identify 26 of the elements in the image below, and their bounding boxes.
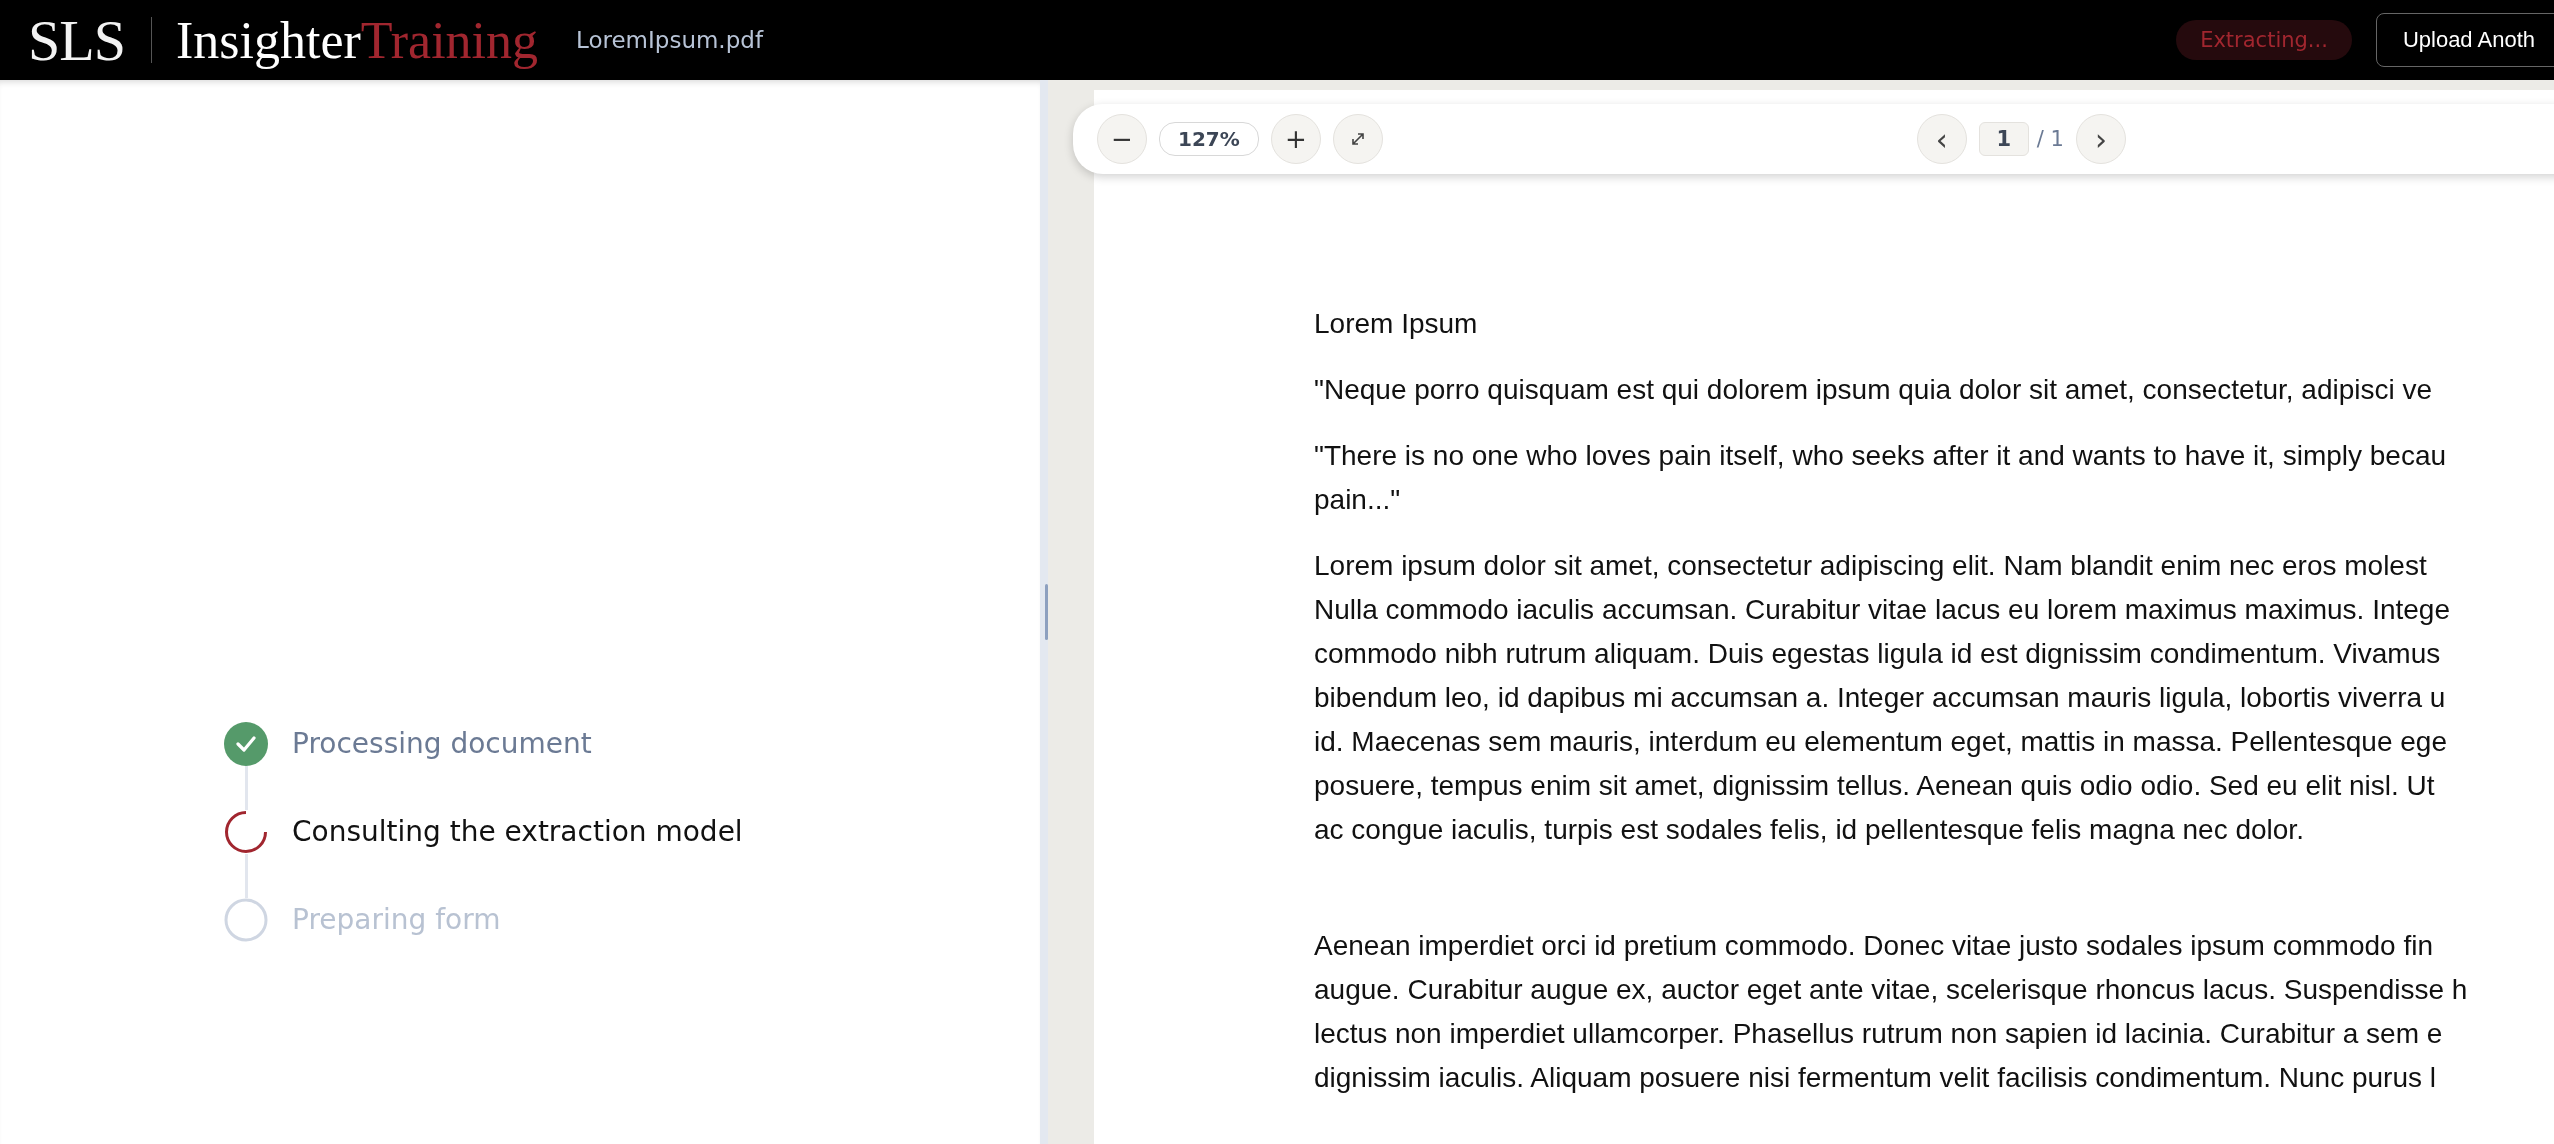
logo-wordmark: InsighterTraining xyxy=(175,10,539,70)
paragraph: "Neque porro quisquam est qui dolorem ipsum quia dolor sit amet, consectetur, adipisci ve xyxy=(1314,373,2434,407)
upload-button[interactable]: Upload Anoth xyxy=(2375,13,2554,67)
step-label: Processing document xyxy=(292,726,592,762)
empty-circle-icon xyxy=(224,898,268,942)
file-name: LoremIpsum.pdf xyxy=(576,27,763,53)
status-badge: Extracting... xyxy=(2176,20,2352,60)
paragraph: Lorem ipsum dolor sit amet, consectetur adipiscing elit. Nam blandit enim nec eros molest Nulla commodo iaculis accumsan. Curabitur vitae lacus eu lorem maximus maximus. Intege commodo nibh rutrum aliquam. Duis egestas ligula id est dignissim condimentum. Vivamus bibendum leo, id dapibus mi accumsan a. Integer accumsan mauris ligula, lobortis viverra u id. Maecenas sem mauris, interdum eu elementum eget, mattis in massa. Pellentesque ege posuere, tempus enim sit amet, dignissim tellus. Aenean quis odio odio. Sed eu elit nisl. Ut ac congue iaculis, turpis est sodales felis, id pellentesque felis magna nec dolor. xyxy=(1314,549,2451,847)
next-page-button[interactable]: › xyxy=(2075,114,2126,164)
zoom-out-button[interactable]: − xyxy=(1097,114,1147,164)
zoom-level: 127% xyxy=(1159,122,1259,156)
spinner-icon xyxy=(224,810,268,854)
page-number-field[interactable]: 1 xyxy=(1978,122,2029,156)
paragraph: Aenean imperdiet orci id pretium commodo. Donec vitae justo sodales ipsum commodo fin augue. Curabitur augue ex, auctor eget ante vitae, scelerisque rhoncus lacus. Suspendisse h lectus non imperdiet ullamcorper. Phasellus rutrum non sapien id lacinia. Curabitur a sem e dignissim iaculis. Aliquam posuere nisi fermentum velit facilisis condimentum. Nunc purus l xyxy=(1314,929,2469,1095)
resize-handle[interactable] xyxy=(1044,584,1048,640)
step-label: Consulting the extraction model xyxy=(292,814,743,850)
expand-icon xyxy=(1350,132,1365,146)
zoom-in-button[interactable]: + xyxy=(1270,114,1321,164)
previous-page-button[interactable]: ‹ xyxy=(1916,114,1967,164)
page-total: / 1 xyxy=(2036,127,2064,151)
document-title: Lorem Ipsum xyxy=(1314,307,1479,341)
step-label: Preparing form xyxy=(292,902,501,938)
logo-mark: SLS xyxy=(28,6,125,74)
check-circle-icon xyxy=(224,722,268,766)
fullscreen-button[interactable] xyxy=(1332,114,1383,164)
paragraph: "There is no one who loves pain itself, who seeks after it and wants to have it, simply becau pain..." xyxy=(1314,439,2448,517)
